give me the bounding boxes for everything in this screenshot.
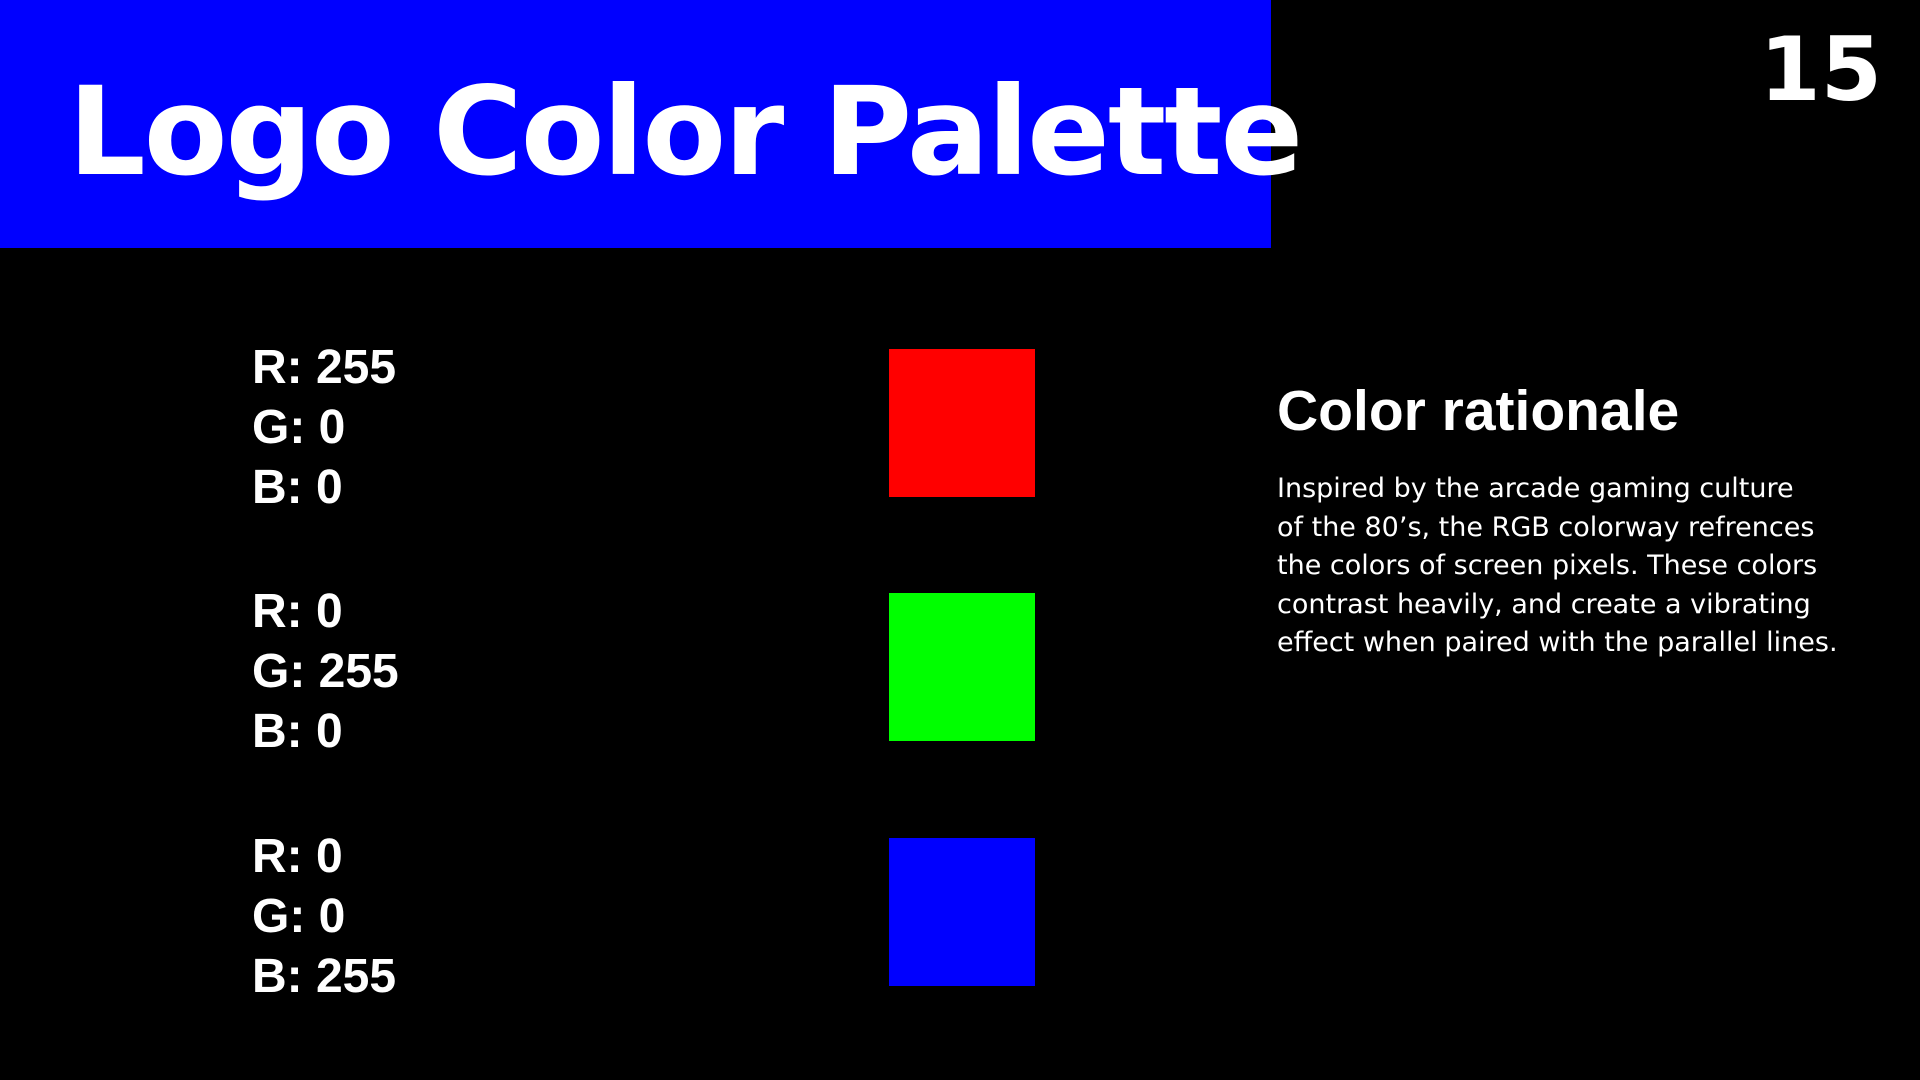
green-channel-value: G: 255 — [252, 645, 399, 698]
blue-channel-value: B: 255 — [252, 950, 397, 1003]
red-channel-value: R: 0 — [252, 830, 343, 883]
rgb-values: R: 0 G: 0 B: 255 — [252, 827, 652, 1007]
rationale-line: effect when paired with the parallel lin… — [1277, 627, 1838, 658]
rationale-line: contrast heavily, and create a vibrating — [1277, 588, 1811, 620]
green-channel-value: G: 0 — [252, 890, 346, 943]
rationale-heading: Color rationale — [1277, 379, 1680, 443]
color-rationale: Color rationale Inspired by the arcade g… — [1277, 372, 1887, 663]
rationale-line: of the 80’s, the RGB colorway refrences — [1277, 511, 1815, 543]
rationale-line: the colors of screen pixels. These color… — [1277, 550, 1818, 581]
rationale-body: Inspired by the arcade gaming culture of… — [1277, 470, 1887, 663]
blue-swatch — [889, 838, 1035, 986]
rgb-values: R: 255 G: 0 B: 0 — [252, 338, 652, 518]
palette-row-red: R: 255 G: 0 B: 0 — [0, 338, 1100, 514]
blue-channel-value: B: 0 — [252, 705, 343, 758]
green-swatch — [889, 593, 1035, 741]
green-channel-value: G: 0 — [252, 401, 346, 454]
red-channel-value: R: 0 — [252, 585, 343, 638]
blue-channel-value: B: 0 — [252, 461, 343, 514]
palette-row-blue: R: 0 G: 0 B: 255 — [0, 827, 1100, 1003]
rgb-values: R: 0 G: 255 B: 0 — [252, 582, 652, 762]
palette-row-green: R: 0 G: 255 B: 0 — [0, 582, 1100, 758]
page-number: 15 — [1759, 18, 1882, 121]
slide-title: Logo Color Palette — [68, 61, 1303, 203]
red-channel-value: R: 255 — [252, 341, 397, 394]
rationale-line: Inspired by the arcade gaming culture — [1277, 473, 1794, 504]
title-banner: Logo Color Palette — [0, 0, 1303, 248]
red-swatch — [889, 349, 1035, 497]
